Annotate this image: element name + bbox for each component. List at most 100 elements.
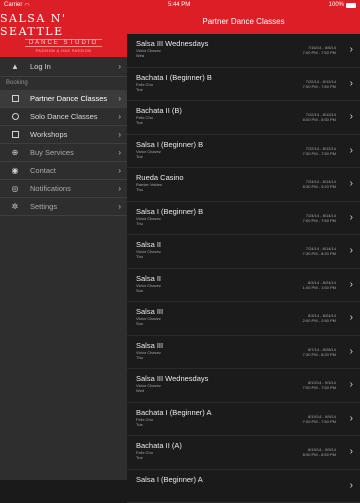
class-time: 7:30 PM - 8:20 PM <box>303 352 336 357</box>
class-list-item[interactable]: Bachata II (A)Felix ChuTue8/19/14 - 9/9/… <box>127 436 360 470</box>
class-day: Thu <box>136 221 143 226</box>
page-title: Partner Dance Classes <box>202 17 284 26</box>
circle-icon <box>12 113 19 120</box>
class-day: Wed <box>136 53 144 58</box>
class-day: Thu <box>136 254 143 259</box>
sidebar-item-label: Buy Services <box>30 148 74 157</box>
sidebar-item-settings[interactable]: ✲ Settings › <box>0 198 127 215</box>
sidebar-item-notifications[interactable]: ◎ Notifications › <box>0 180 127 197</box>
chevron-right-icon: › <box>350 178 353 189</box>
sidebar-item-label: Settings <box>30 202 57 211</box>
class-title: Salsa II <box>136 240 161 249</box>
class-list-item[interactable]: Salsa III WednesdaysVictor ChavezWed7/16… <box>127 34 360 68</box>
class-day: Wed <box>136 388 144 393</box>
class-list-item[interactable]: Bachata I (Beginner) BFelix ChuTue7/22/1… <box>127 68 360 102</box>
sidebar-item-partner-dance-classes[interactable]: Partner Dance Classes › <box>0 90 127 107</box>
class-time: 7:00 PM - 7:50 PM <box>303 385 336 390</box>
chevron-right-icon: › <box>350 212 353 223</box>
class-day: Tue <box>136 87 143 92</box>
gear-icon: ✲ <box>0 202 30 211</box>
class-time: 7:30 PM - 8:20 PM <box>303 251 336 256</box>
sidebar-item-contact[interactable]: ◉ Contact › <box>0 162 127 179</box>
sidebar-item-buy-services[interactable]: ⊕ Buy Services › <box>0 144 127 161</box>
sidebar-item-label: Notifications <box>30 184 71 193</box>
class-title: Salsa III Wednesdays <box>136 39 208 48</box>
class-time: 7:30 PM - 7:50 PM <box>303 151 336 156</box>
class-title: Salsa I (Beginner) B <box>136 140 203 149</box>
class-title: Bachata II (A) <box>136 441 182 450</box>
chevron-right-icon: › <box>350 44 353 55</box>
chevron-right-icon: › <box>118 130 121 139</box>
class-list-item[interactable]: Bachata II (B)Felix ChuTue7/22/14 - 8/12… <box>127 101 360 135</box>
class-time: 7:00 PM - 7:50 PM <box>303 50 336 55</box>
sidebar-item-label: Log In <box>30 62 51 71</box>
chevron-right-icon: › <box>118 148 121 157</box>
class-list-item[interactable]: Salsa I (Beginner) BVictor ChavezThu7/24… <box>127 202 360 236</box>
class-day: Thu <box>136 187 143 192</box>
class-list-item[interactable]: Bachata I (Beginner) AFelix ChuTue8/19/1… <box>127 403 360 437</box>
chevron-right-icon: › <box>350 111 353 122</box>
sidebar-item-login[interactable]: ▲ Log In › <box>0 58 127 75</box>
chevron-right-icon: › <box>350 446 353 457</box>
logo-tagline: PASSION & HAS PASSION <box>36 49 92 53</box>
logo-title: SALSA N' SEATTLE <box>0 12 127 38</box>
class-title: Salsa II <box>136 274 161 283</box>
class-time: 2:00 PM - 2:50 PM <box>303 318 336 323</box>
chevron-right-icon: › <box>350 279 353 290</box>
class-title: Rueda Casino <box>136 173 184 182</box>
class-list-item[interactable]: Salsa I (Beginner) A› <box>127 470 360 503</box>
class-list-item[interactable]: Salsa IIIVictor ChavezThu8/7/14 - 8/28/1… <box>127 336 360 370</box>
main-panel: Partner Dance Classes Salsa III Wednesda… <box>127 0 360 480</box>
chevron-right-icon: › <box>350 145 353 156</box>
square-icon <box>12 131 19 138</box>
wifi-icon: ◠ <box>24 2 29 9</box>
class-day: Tue <box>136 422 143 427</box>
class-time: 8:00 PM - 8:50 PM <box>303 452 336 457</box>
chevron-right-icon: › <box>350 245 353 256</box>
class-list-item[interactable]: Salsa IIVictor ChavezThu7/24/14 - 8/14/1… <box>127 235 360 269</box>
battery-icon <box>346 3 356 8</box>
class-day: Sun <box>136 321 143 326</box>
status-bar: Carrier ◠ 5:44 PM 100% <box>0 0 360 10</box>
class-list-item[interactable]: Rueda CasinoRamier ValdesThu7/24/14 - 8/… <box>127 168 360 202</box>
sidebar-item-label: Partner Dance Classes <box>30 94 107 103</box>
class-list-item[interactable]: Salsa IIIVictor ChavezSun8/3/14 - 8/24/1… <box>127 302 360 336</box>
class-title: Bachata II (B) <box>136 106 182 115</box>
class-title: Salsa III <box>136 307 163 316</box>
chevron-right-icon: › <box>350 346 353 357</box>
chevron-right-icon: › <box>118 62 121 71</box>
carrier-text: Carrier <box>4 2 22 8</box>
chevron-right-icon: › <box>350 78 353 89</box>
sidebar-item-solo-dance-classes[interactable]: Solo Dance Classes › <box>0 108 127 125</box>
bell-icon: ◎ <box>0 184 30 193</box>
class-title: Salsa III <box>136 341 163 350</box>
class-list-item[interactable]: Salsa III WednesdaysVictor ChavezWed8/13… <box>127 369 360 403</box>
sidebar-item-label: Contact <box>30 166 56 175</box>
class-day: Tue <box>136 120 143 125</box>
class-time: 8:00 PM - 8:50 PM <box>303 117 336 122</box>
class-list-item[interactable]: Salsa I (Beginner) BVictor ChavezTue7/22… <box>127 135 360 169</box>
class-day: Sun <box>136 288 143 293</box>
status-left: Carrier ◠ <box>4 2 30 9</box>
status-right: 100% <box>329 2 356 8</box>
class-day: Tue <box>136 455 143 460</box>
section-label-booking: Booking <box>6 80 28 86</box>
chevron-right-icon: › <box>350 413 353 424</box>
sidebar-item-workshops[interactable]: Workshops › <box>0 126 127 143</box>
class-list-item[interactable]: Salsa IIVictor ChavezSun8/3/14 - 8/24/14… <box>127 269 360 303</box>
sidebar-item-label: Workshops <box>30 130 67 139</box>
class-time: 8:30 PM - 9:20 PM <box>303 184 336 189</box>
class-time: 1:00 PM - 1:50 PM <box>303 285 336 290</box>
status-time: 5:44 PM <box>168 2 190 8</box>
plus-circle-icon: ⊕ <box>0 148 30 157</box>
sidebar: SALSA N' SEATTLE DANCE STUDIO PASSION & … <box>0 0 127 480</box>
square-icon <box>12 95 19 102</box>
class-title: Salsa III Wednesdays <box>136 374 208 383</box>
class-time: 7:00 PM - 7:50 PM <box>303 218 336 223</box>
class-day: Thu <box>136 355 143 360</box>
class-title: Bachata I (Beginner) A <box>136 408 211 417</box>
sidebar-item-label: Solo Dance Classes <box>30 112 98 121</box>
class-day: Tue <box>136 154 143 159</box>
chevron-right-icon: › <box>118 184 121 193</box>
class-title: Bachata I (Beginner) B <box>136 73 212 82</box>
